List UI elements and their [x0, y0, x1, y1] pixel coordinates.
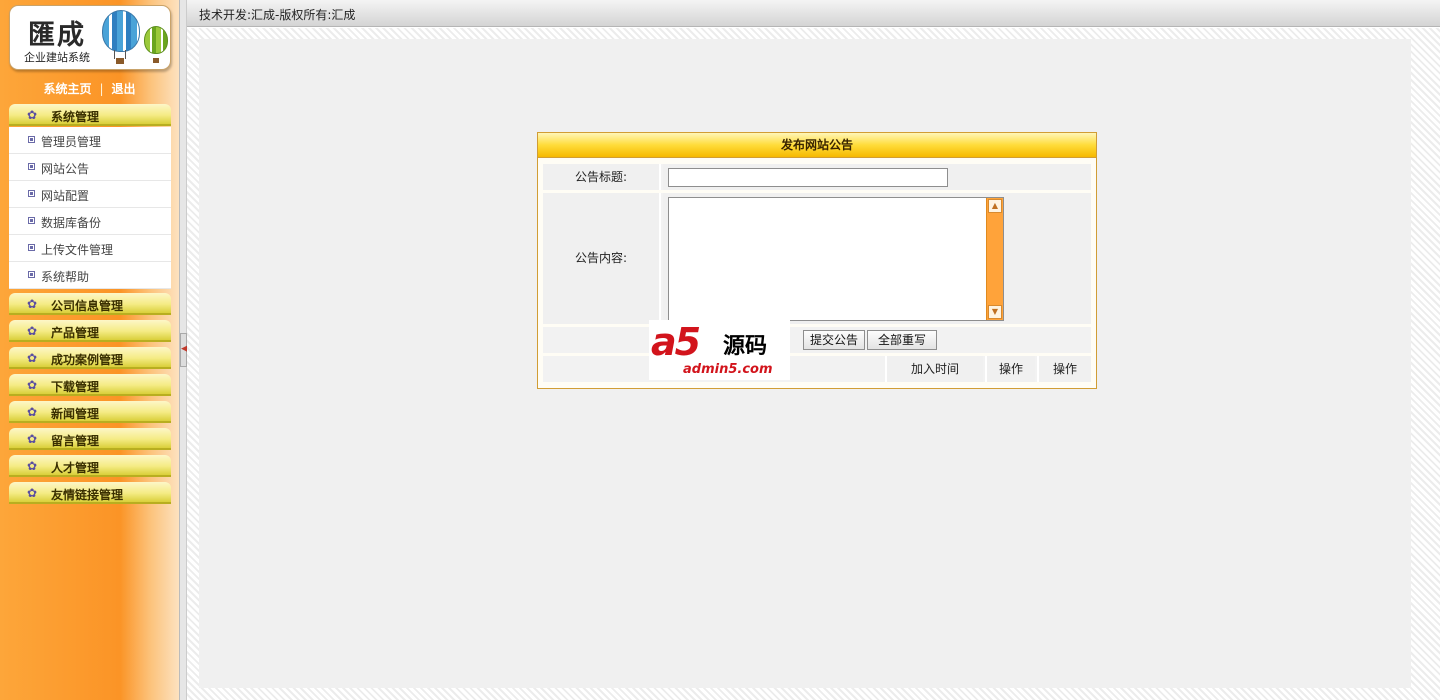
menu-group-news[interactable]: ✿ 新闻管理 — [9, 401, 171, 423]
watermark-name: 源码 — [723, 334, 768, 359]
gear-icon: ✿ — [27, 432, 38, 446]
submenu-item-label: 网站公告 — [41, 162, 90, 176]
reset-all-button[interactable]: 全部重写 — [867, 330, 937, 350]
logo: 匯成 企业建站系统 — [9, 5, 171, 70]
bullet-icon — [28, 271, 35, 278]
gear-icon: ✿ — [27, 108, 38, 122]
balloon-icon — [102, 10, 140, 52]
submenu-item-db-backup[interactable]: 数据库备份 — [9, 208, 171, 235]
submenu-item-label: 管理员管理 — [41, 135, 102, 149]
logo-subtitle: 企业建站系统 — [24, 51, 90, 64]
gear-icon: ✿ — [27, 459, 38, 473]
menu-group-cases[interactable]: ✿ 成功案例管理 — [9, 347, 171, 369]
copyright-text: 技术开发:汇成-版权所有:汇成 — [199, 8, 356, 22]
menu-group-label: 产品管理 — [51, 326, 100, 340]
gear-icon: ✿ — [27, 378, 38, 392]
announcement-title-input[interactable] — [668, 168, 948, 187]
content-row: 公告内容: ▲ ▼ — [543, 193, 1091, 324]
menu-group-downloads[interactable]: ✿ 下载管理 — [9, 374, 171, 396]
submenu-item-label: 网站配置 — [41, 189, 90, 203]
submenu-item-help[interactable]: 系统帮助 — [9, 262, 171, 289]
menu-group-company[interactable]: ✿ 公司信息管理 — [9, 293, 171, 315]
menu-group-label: 公司信息管理 — [51, 299, 124, 313]
menu-group-label: 下载管理 — [51, 380, 100, 394]
content-label: 公告内容: — [543, 193, 661, 324]
submenu-item-admins[interactable]: 管理员管理 — [9, 127, 171, 154]
gear-icon: ✿ — [27, 297, 38, 311]
balloon-small-basket-icon — [153, 58, 159, 63]
logo-brand: 匯成 — [28, 20, 86, 51]
submenu-item-site-config[interactable]: 网站配置 — [9, 181, 171, 208]
sidebar: 匯成 企业建站系统 系统主页 | 退出 ✿ 系统管理 管理员管理 网站公告 网站配置… — [0, 0, 179, 700]
balloon-basket-icon — [116, 58, 124, 64]
gear-icon: ✿ — [27, 486, 38, 500]
system-submenu: 管理员管理 网站公告 网站配置 数据库备份 上传文件管理 系统帮助 — [9, 127, 171, 289]
bullet-icon — [28, 136, 35, 143]
balloon-small-icon — [144, 26, 168, 54]
scroll-down-arrow-icon[interactable]: ▼ — [988, 305, 1002, 319]
announcement-form-panel: 发布网站公告 公告标题: 公告内容: ▲ ▼ 提交公告 全部重写 加入时间 操作… — [537, 132, 1097, 389]
gear-icon: ✿ — [27, 324, 38, 338]
menu-group-links[interactable]: ✿ 友情链接管理 — [9, 482, 171, 504]
watermark-url: admin5.com — [683, 362, 773, 377]
gear-icon: ✿ — [27, 351, 38, 365]
menu-group-label: 人才管理 — [51, 461, 100, 475]
bullet-icon — [28, 163, 35, 170]
watermark-a5: a5 — [651, 320, 701, 364]
home-link[interactable]: 系统主页 — [43, 82, 91, 96]
submit-announcement-button[interactable]: 提交公告 — [803, 330, 865, 350]
title-field-cell — [663, 164, 1091, 190]
buttons-row: 提交公告 全部重写 — [543, 327, 1091, 353]
content-field-cell: ▲ ▼ — [663, 193, 1091, 324]
collapse-sidebar-button[interactable]: ◀ — [180, 333, 188, 367]
list-header-row: 加入时间 操作 操作 — [543, 356, 1091, 382]
content-area: 发布网站公告 公告标题: 公告内容: ▲ ▼ 提交公告 全部重写 加入时间 操作… — [199, 39, 1411, 688]
bullet-icon — [28, 190, 35, 197]
submenu-item-label: 系统帮助 — [41, 270, 90, 284]
submenu-item-uploads[interactable]: 上传文件管理 — [9, 235, 171, 262]
top-bar: 技术开发:汇成-版权所有:汇成 — [187, 0, 1440, 27]
menu-group-messages[interactable]: ✿ 留言管理 — [9, 428, 171, 450]
content-frame: 发布网站公告 公告标题: 公告内容: ▲ ▼ 提交公告 全部重写 加入时间 操作… — [187, 28, 1440, 700]
panel-title: 发布网站公告 — [538, 133, 1096, 158]
watermark-logo: a5 源码 admin5.com — [649, 320, 790, 380]
top-links: 系统主页 | 退出 — [0, 80, 179, 97]
menu-group-label: 留言管理 — [51, 434, 100, 448]
column-action: 操作 — [985, 356, 1035, 382]
link-separator: | — [99, 82, 104, 96]
title-row: 公告标题: — [543, 164, 1091, 190]
menu-group-label: 友情链接管理 — [51, 488, 124, 502]
column-added-time: 加入时间 — [885, 356, 983, 382]
menu-group-products[interactable]: ✿ 产品管理 — [9, 320, 171, 342]
column-action: 操作 — [1037, 356, 1091, 382]
announcement-content-textarea[interactable]: ▲ ▼ — [668, 197, 1004, 321]
menu-group-system[interactable]: ✿ 系统管理 — [9, 104, 171, 126]
menu-group-jobs[interactable]: ✿ 人才管理 — [9, 455, 171, 477]
textarea-scrollbar[interactable]: ▲ ▼ — [986, 198, 1003, 320]
submenu-item-announcements[interactable]: 网站公告 — [9, 154, 171, 181]
gear-icon: ✿ — [27, 405, 38, 419]
bullet-icon — [28, 217, 35, 224]
menu-group-label: 系统管理 — [51, 110, 100, 124]
bullet-icon — [28, 244, 35, 251]
submenu-item-label: 数据库备份 — [41, 216, 102, 230]
menu-group-label: 新闻管理 — [51, 407, 100, 421]
menu-group-label: 成功案例管理 — [51, 353, 124, 367]
title-label: 公告标题: — [543, 164, 661, 190]
scroll-up-arrow-icon[interactable]: ▲ — [988, 199, 1002, 213]
logout-link[interactable]: 退出 — [112, 82, 136, 96]
submenu-item-label: 上传文件管理 — [41, 243, 114, 257]
